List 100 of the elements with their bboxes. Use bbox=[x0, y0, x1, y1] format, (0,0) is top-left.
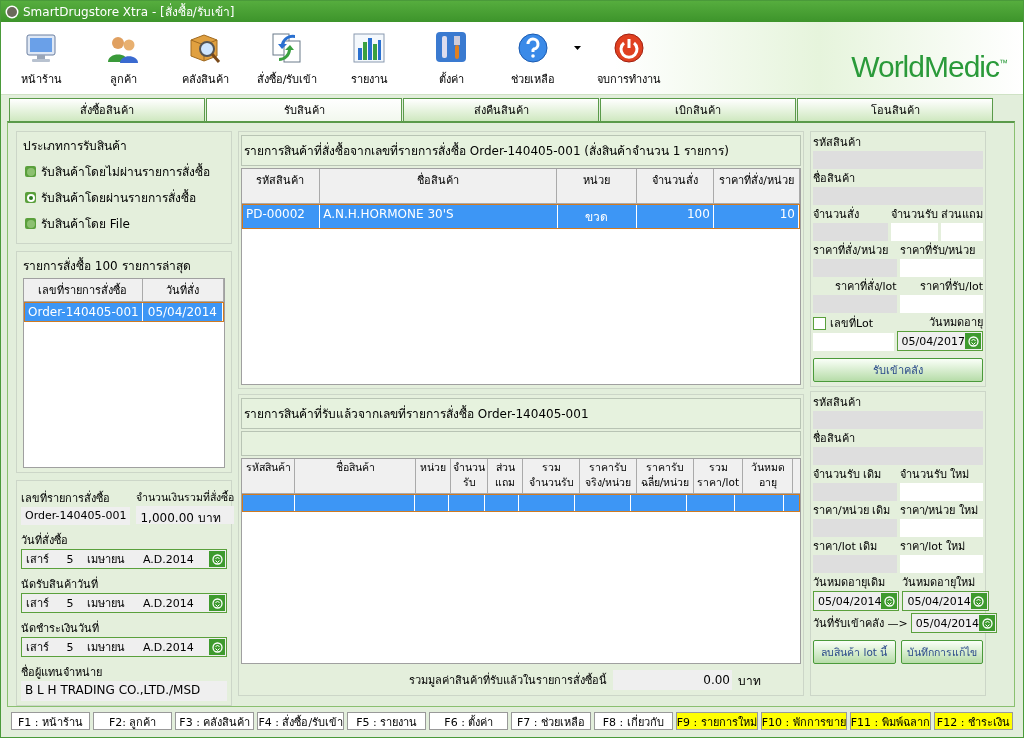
date-field[interactable]: เสาร์ 5 เมษายน A.D.2014 bbox=[21, 549, 227, 569]
field-label: ราคาที่รับ/หน่วย bbox=[899, 243, 977, 259]
function-key[interactable]: F3 : คลังสินค้า bbox=[175, 712, 255, 730]
date-field[interactable]: เสาร์ 5 เมษายน A.D.2014 bbox=[21, 637, 227, 657]
table-cell: ขวด bbox=[557, 205, 637, 228]
field-label: รหัสสินค้า bbox=[813, 135, 862, 151]
group-title: ประเภทการรับสินค้า bbox=[23, 139, 127, 153]
spinner-button[interactable] bbox=[209, 595, 225, 611]
empty-row[interactable] bbox=[242, 494, 800, 512]
checkbox[interactable] bbox=[813, 316, 826, 330]
toolbar-button[interactable]: คลังสินค้า bbox=[165, 31, 245, 94]
column-header[interactable]: ชื่อสินค้า bbox=[319, 169, 557, 203]
function-key[interactable]: F6 : ตั้งค่า bbox=[429, 712, 509, 730]
function-key[interactable]: F11 : พิมพ์ฉลาก bbox=[849, 712, 931, 730]
lot-number-field[interactable] bbox=[813, 333, 894, 351]
field-label: ราคา/หน่วย ใหม่ bbox=[899, 503, 979, 519]
column-header[interactable]: จำนวนสั่ง bbox=[636, 169, 715, 203]
spinner-button[interactable] bbox=[970, 593, 987, 609]
column-header[interactable]: รวม ราคา/lot bbox=[694, 459, 743, 493]
text-field[interactable] bbox=[899, 295, 983, 313]
radio-option[interactable]: รับสินค้าโดย File bbox=[25, 214, 130, 233]
receive-button[interactable]: รับเข้าคลัง bbox=[813, 358, 983, 382]
toolbar-button[interactable]: ลูกค้า bbox=[83, 33, 163, 94]
field-label: วันหมดอายุ bbox=[928, 315, 983, 331]
field-label: ชื่อสินค้า bbox=[813, 431, 856, 447]
up-down-icon bbox=[981, 617, 993, 629]
supplier-field: B L H TRADING CO.,LTD./MSD bbox=[21, 681, 227, 701]
field-label: ราคา/หน่วย เดิม bbox=[813, 503, 892, 519]
column-header[interactable]: วันที่สั่ง bbox=[142, 279, 224, 301]
text-field[interactable] bbox=[899, 555, 983, 573]
table-cell: 10 bbox=[713, 205, 799, 228]
column-header[interactable]: ราคารับ จริง/หน่วย bbox=[580, 459, 637, 493]
function-key[interactable]: F10 : พักการขาย bbox=[760, 712, 847, 730]
action-button[interactable]: ลบสินค้า lot นี้ bbox=[813, 640, 896, 664]
radio-option[interactable]: รับสินค้าโดยผ่านรายการสั่งซื้อ bbox=[25, 188, 196, 207]
function-key[interactable]: F9 : รายการใหม่ bbox=[675, 712, 758, 730]
column-header[interactable]: วันหมด อายุ bbox=[743, 459, 793, 493]
toolbar-button[interactable]: รายงาน bbox=[329, 31, 409, 94]
toolbar-button[interactable]: ตั้งค่า bbox=[411, 29, 491, 94]
tab[interactable]: รับสินค้า bbox=[206, 98, 402, 121]
tab[interactable]: ส่งคืนสินค้า bbox=[403, 98, 599, 121]
column-header[interactable]: รหัสสินค้า bbox=[242, 459, 295, 493]
toolbar-button[interactable]: จบการทำงาน bbox=[589, 31, 669, 94]
field-label: จำนวนเงินรวมที่สั่งซื้อ bbox=[136, 489, 235, 505]
column-header[interactable]: หน่วย bbox=[556, 169, 637, 203]
radio-option[interactable]: รับสินค้าโดยไม่ผ่านรายการสั่งซื้อ bbox=[25, 162, 210, 181]
column-header[interactable]: ราคารับ ฉลี่ย/หน่วย bbox=[637, 459, 694, 493]
date-field[interactable]: เสาร์ 5 เมษายน A.D.2014 bbox=[21, 593, 227, 613]
text-field[interactable] bbox=[899, 259, 983, 277]
action-button[interactable]: บันทึกการแก้ไข bbox=[900, 640, 983, 664]
column-header[interactable]: รวม จำนวนรับ bbox=[523, 459, 580, 493]
tab[interactable]: เบิกสินค้า bbox=[600, 98, 796, 121]
text-field[interactable] bbox=[891, 223, 938, 241]
function-key[interactable]: F1 : หน้าร้าน bbox=[11, 712, 91, 730]
spinner-button[interactable] bbox=[979, 615, 996, 631]
field-label: ราคาที่สั่ง/lot bbox=[833, 279, 897, 295]
spinner-button[interactable] bbox=[965, 333, 981, 349]
text-field[interactable] bbox=[899, 519, 983, 537]
tab[interactable]: โอนสินค้า bbox=[797, 98, 993, 121]
field-label: นัดชำระเงินวันที่ bbox=[21, 619, 100, 637]
date-field[interactable]: 05/04/2017 bbox=[896, 331, 983, 351]
field-label: จำนวนรับ เดิม bbox=[813, 467, 883, 483]
column-header[interactable]: เลขที่รายการสั่งซื้อ bbox=[24, 279, 143, 301]
radio-button[interactable] bbox=[25, 166, 36, 177]
up-down-icon bbox=[211, 597, 223, 609]
field-label: รหัสสินค้า bbox=[813, 395, 862, 411]
currency-label: บาท bbox=[738, 672, 761, 690]
box-search-icon bbox=[188, 32, 222, 64]
lot-checkbox[interactable]: เลขที่Lot bbox=[813, 315, 873, 331]
function-key[interactable]: F12 : ชำระเงิน bbox=[933, 712, 1013, 730]
radio-button[interactable] bbox=[25, 192, 36, 203]
column-header[interactable]: ราคาที่สั่ง/หน่วย bbox=[714, 169, 800, 203]
function-key[interactable]: F2: ลูกค้า bbox=[93, 712, 173, 730]
spinner-button[interactable] bbox=[209, 639, 225, 655]
function-key[interactable]: F5 : รายงาน bbox=[347, 712, 427, 730]
date-field[interactable]: 05/04/2014 bbox=[813, 591, 900, 611]
dropdown-caret-icon[interactable] bbox=[574, 46, 581, 50]
column-header[interactable]: หน่วย bbox=[416, 459, 451, 493]
radio-button[interactable] bbox=[25, 218, 36, 229]
column-header[interactable]: รหัสสินค้า bbox=[242, 169, 320, 203]
column-header[interactable]: จำนวน รับ bbox=[451, 459, 488, 493]
spinner-button[interactable] bbox=[881, 593, 898, 609]
tab[interactable]: สั่งซื้อสินค้า bbox=[9, 98, 205, 121]
column-header[interactable]: ชื่อสินค้า bbox=[295, 459, 416, 493]
total-value: 0.00 bbox=[613, 670, 732, 690]
toolbar-button[interactable]: สั่งซื้อ/รับเข้า bbox=[247, 31, 327, 94]
date-field[interactable]: 05/04/2014 bbox=[902, 591, 989, 611]
field-label: ราคา/lot เดิม bbox=[813, 539, 879, 555]
field-label: จำนวนรับ bbox=[891, 207, 938, 223]
function-key[interactable]: F8 : เกี่ยวกับ bbox=[593, 712, 673, 730]
function-key[interactable]: F7 : ช่วยเหลือ bbox=[511, 712, 591, 730]
spinner-button[interactable] bbox=[209, 551, 225, 567]
toolbar-button[interactable]: ช่วยเหลือ bbox=[493, 31, 573, 94]
date-field[interactable]: 05/04/2014 bbox=[910, 613, 998, 633]
function-key[interactable]: F4 : สั่งซื้อ/รับเข้า bbox=[257, 712, 345, 730]
window-title: SmartDrugstore Xtra - [สั่งซื้อ/รับเข้า] bbox=[23, 2, 235, 21]
toolbar-button[interactable]: หน้าร้าน bbox=[1, 31, 81, 94]
text-field[interactable] bbox=[941, 223, 983, 241]
column-header[interactable]: ส่วน แถม bbox=[488, 459, 523, 493]
text-field[interactable] bbox=[899, 483, 983, 501]
